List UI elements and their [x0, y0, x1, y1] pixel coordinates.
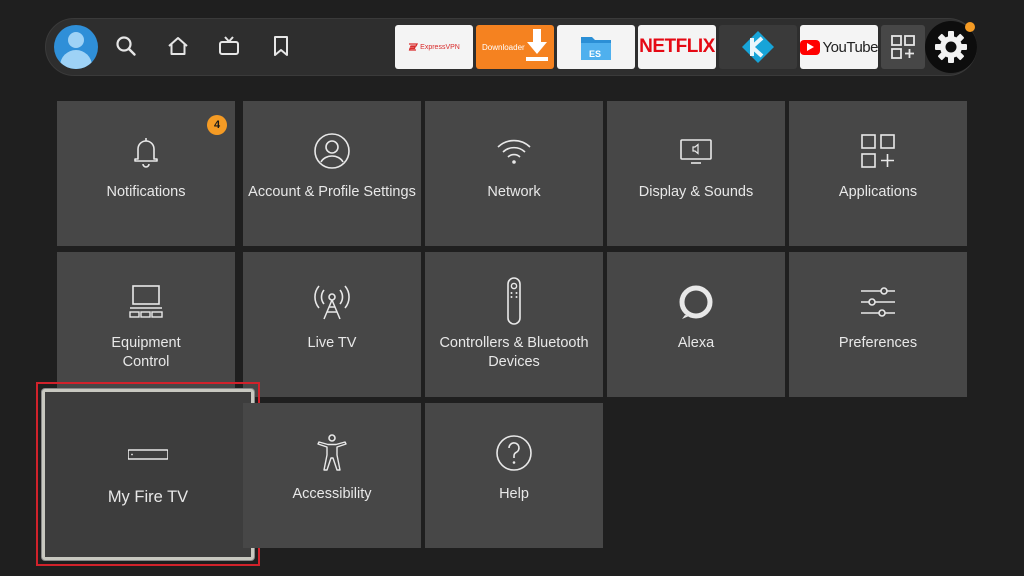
tile-label: Notifications	[106, 184, 186, 200]
notification-count-badge: 4	[207, 115, 227, 135]
tile-help[interactable]: Help	[425, 403, 603, 548]
tile-network[interactable]: Network	[425, 101, 603, 246]
bell-icon	[126, 131, 166, 171]
tile-label: My Fire TV	[107, 488, 189, 506]
app-label: YouTube	[822, 38, 878, 56]
tile-label: Account & Profile Settings	[248, 184, 416, 200]
tile-controllers-bluetooth-devices[interactable]: Controllers & Bluetooth Devices	[425, 252, 603, 397]
app-kodi[interactable]	[719, 25, 797, 69]
tile-label: Accessibility	[292, 486, 372, 502]
kodi-logo-icon	[742, 31, 774, 63]
tile-label: Network	[487, 184, 541, 200]
fire-tv-device-icon	[127, 434, 169, 474]
tile-label: Display & Sounds	[638, 184, 754, 200]
display-icon	[676, 131, 716, 171]
apps-icon	[858, 131, 898, 171]
live-tv-icon[interactable]	[216, 33, 242, 59]
app-expressvpn[interactable]: ExpressVPN	[395, 25, 473, 69]
avatar-body	[60, 50, 92, 69]
youtube-play-icon	[800, 39, 820, 55]
all-apps-button[interactable]	[881, 25, 925, 69]
app-youtube[interactable]: YouTube	[800, 25, 878, 69]
home-icon[interactable]	[165, 33, 191, 59]
help-icon	[494, 433, 534, 473]
profile-icon	[312, 131, 352, 171]
tile-live-tv[interactable]: Live TV	[243, 252, 421, 397]
tile-equipment-control[interactable]: Equipment Control	[57, 252, 235, 397]
expressvpn-logo-icon	[408, 43, 419, 51]
app-downloader[interactable]: Downloader	[476, 25, 554, 69]
app-netflix[interactable]: NETFLIX	[638, 25, 716, 69]
alexa-icon	[676, 282, 716, 322]
search-icon[interactable]	[113, 33, 139, 59]
tile-account-profile-settings[interactable]: Account & Profile Settings	[243, 101, 421, 246]
tile-display-sounds[interactable]: Display & Sounds	[607, 101, 785, 246]
tv-equipment-icon	[126, 282, 166, 322]
tile-label: Controllers & Bluetooth Devices	[439, 335, 589, 370]
tile-label: Applications	[838, 184, 918, 200]
tile-my-fire-tv[interactable]: My Fire TV	[42, 389, 254, 560]
app-label: Downloader	[482, 42, 525, 52]
avatar-head	[68, 32, 84, 48]
tile-label: Help	[499, 486, 529, 502]
remote-icon	[494, 277, 534, 325]
tile-applications[interactable]: Applications	[789, 101, 967, 246]
tile-notifications[interactable]: Notifications 4	[57, 101, 235, 246]
tile-label: Alexa	[677, 335, 715, 351]
download-arrow-icon	[526, 29, 548, 61]
tile-accessibility[interactable]: Accessibility	[243, 403, 421, 548]
tile-label: Preferences	[838, 335, 918, 351]
sliders-icon	[858, 282, 898, 322]
tile-alexa[interactable]: Alexa	[607, 252, 785, 397]
bookmark-icon[interactable]	[268, 33, 294, 59]
profile-avatar[interactable]	[54, 25, 98, 69]
antenna-icon	[312, 282, 352, 322]
accessibility-icon	[312, 433, 352, 473]
es-folder-icon: ES	[581, 37, 611, 60]
app-label: NETFLIX	[639, 36, 715, 57]
settings-notification-dot	[965, 22, 975, 32]
tile-label: Equipment Control	[111, 335, 181, 370]
tile-label: Live TV	[307, 335, 357, 351]
app-es-file-explorer[interactable]: ES	[557, 25, 635, 69]
gear-icon	[935, 31, 967, 63]
tile-preferences[interactable]: Preferences	[789, 252, 967, 397]
svg-text:ES: ES	[589, 49, 601, 59]
apps-grid-icon	[891, 35, 915, 59]
wifi-icon	[494, 131, 534, 171]
app-label: ExpressVPN	[420, 43, 460, 51]
